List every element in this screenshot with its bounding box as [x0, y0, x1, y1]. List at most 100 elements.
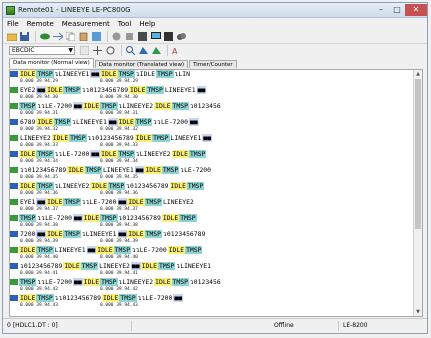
timestamp-row[interactable]: 0.000 39.94.36 0.000 39.94.36	[10, 190, 414, 198]
data-segment: 0.000 39.94.33	[99, 143, 138, 148]
timestamp-row[interactable]: 0.000 39.94.34 0.000 39.94.34	[10, 158, 414, 166]
data-row[interactable]: 7200 ■■ IDLE TMSP ↴LINEEYE1 ■■ IDLE TMSP ↴012345…	[10, 230, 414, 238]
data-segment: 0.000 39.94.39	[20, 239, 58, 244]
data-row[interactable]: TMSP ↴↴LE-7200 ■■ IDLE TMSP ↴LINEEYE2 IDLE TMSP…	[10, 278, 414, 286]
timestamp-row[interactable]: 0.000 39.94.35 0.000 39.94.35	[10, 174, 414, 182]
timestamp-row[interactable]: 0.000 39.94.43 0.000 39.94.43	[10, 302, 414, 310]
timestamp-row[interactable]: 0.000 39.94.41 0.000 39.94.41	[10, 270, 414, 278]
data-row[interactable]: LINEEYE2 IDLE TMSP ↴↴0123456789 IDLE TMSP LINE…	[10, 134, 414, 142]
toolbar-separator	[121, 45, 122, 56]
direction-marker-icon	[10, 119, 18, 125]
mark-icon[interactable]	[138, 45, 149, 56]
svg-text:A: A	[172, 47, 178, 55]
menu-measurement[interactable]: Measurement	[62, 20, 110, 28]
data-row[interactable]: ↴0123456789 IDLE TMSP LINEEYE2 ■■ IDLE TMSP ↴LI…	[10, 262, 414, 270]
timestamp-row[interactable]: 0.000 39.94.42 0.000 39.94.42	[10, 286, 414, 294]
data-segment: TMSP	[36, 294, 54, 302]
paste-icon[interactable]	[78, 31, 89, 42]
find-icon[interactable]	[91, 31, 102, 42]
menu-remote[interactable]: Remote	[27, 20, 54, 28]
data-row[interactable]: IDLE TMSP ↴LINEEYE2 IDLE TMSP ↴0123456789 IDLE…	[10, 182, 414, 190]
filter-icon[interactable]	[79, 45, 90, 56]
data-segment: ↴0123456789	[163, 230, 206, 238]
data-monitor-panel[interactable]: IDLE TMSP ↴LINEEYE1 ■■ IDLE TMSP ↴IDLE TMSP ↴LIN…	[9, 69, 423, 317]
font-icon[interactable]: A	[171, 45, 182, 56]
data-segment: IDLE	[154, 102, 172, 110]
data-row[interactable]: TMSP ↴↴LE-7200 ■■ IDLE TMSP ↴LINEEYE2 IDLE TMSP…	[10, 102, 414, 110]
stop-icon[interactable]	[124, 31, 135, 42]
vertical-scrollbar[interactable]: ▲ ▼	[413, 70, 422, 316]
data-segment: IDLE	[171, 150, 189, 158]
data-row[interactable]: IDLE TMSP ↴LINEEYE1 ■■ IDLE TMSP ↴IDLE TMSP ↴LIN	[10, 70, 414, 78]
timestamp-row[interactable]: 0.000 39.94.30 0.000 39.94.30	[10, 94, 414, 102]
data-row[interactable]: EYE2 ■■ IDLE TMSP ↴↴0123456789 IDLE TMSP LINEEY…	[10, 86, 414, 94]
menu-help[interactable]: Help	[139, 20, 155, 28]
data-segment: IDLE	[19, 246, 37, 254]
data-segment: LINEEYE1	[170, 134, 202, 142]
data-segment: TMSP	[179, 214, 197, 222]
data-row[interactable]: TMSP ↴↴LE-7200 ■■ IDLE TMSP ↴0123456789 IDLE TM…	[10, 214, 414, 222]
data-row[interactable]: 6789 IDLE TMSP ↴LINEEYE1 ■■ IDLE TMSP ↴↴LE-7200…	[10, 118, 414, 126]
open-icon[interactable]	[6, 31, 17, 42]
maximize-button[interactable]: □	[389, 4, 405, 16]
data-segment: 0.000 39.94.43	[20, 303, 58, 308]
tab-translated-view[interactable]: Data monitor (Translated view)	[94, 60, 189, 68]
minimize-button[interactable]: –	[373, 4, 389, 16]
data-segment: TMSP	[186, 182, 205, 190]
data-segment: ■■	[173, 294, 184, 302]
title-bar[interactable]: Remote01 - LINEEYE LE-PC800G – □ ✕	[3, 3, 427, 18]
zoom-icon[interactable]	[125, 45, 136, 56]
timestamp-row[interactable]: 0.000 39.94.32 0.000 39.94.32	[10, 126, 414, 134]
scale-icon[interactable]	[92, 45, 103, 56]
data-segment: ■■	[134, 166, 145, 174]
timestamp-row[interactable]: 0.000 39.94.37 0.000 39.94.37	[10, 206, 414, 214]
data-segment: IDLE	[144, 166, 162, 174]
timestamp-row[interactable]: 0.000 39.94.38 0.000 39.94.38	[10, 222, 414, 230]
tab-timer-counter[interactable]: Timer/Counter	[189, 60, 237, 68]
timestamp-row[interactable]: 0.000 39.94.29 0.000 39.94.29	[10, 78, 414, 86]
scrollbar-thumb[interactable]	[415, 79, 421, 229]
data-segment: TMSP	[100, 278, 118, 286]
data-segment: IDLE	[154, 278, 172, 286]
data-row[interactable]: IDLE TMSP ↴↴0123456789 IDLE TMSP ↴↴LE-7200 ■■	[10, 294, 414, 302]
data-segment: IDLE	[46, 86, 64, 94]
menu-tool[interactable]: Tool	[118, 20, 132, 28]
data-row[interactable]: ↴↴0123456789 IDLE TMSP LINEEYE1 ■■ IDLE TMSP ↴L…	[10, 166, 414, 174]
grid-icon[interactable]	[137, 31, 148, 42]
menu-file[interactable]: File	[7, 20, 19, 28]
data-segment: ■■	[36, 230, 47, 238]
data-segment: ↴↴LE-7200	[132, 246, 167, 254]
arrows-icon[interactable]	[52, 31, 63, 42]
data-segment: 0.000 39.94.33	[20, 143, 58, 148]
data-segment: ■■	[86, 246, 97, 254]
settings-icon[interactable]	[163, 31, 174, 42]
data-row[interactable]: EYE1 ■■ IDLE TMSP ↴↴LE-7200 ■■ IDLE TMSP LINEEYE…	[10, 198, 414, 206]
chart-icon[interactable]	[176, 31, 187, 42]
scroll-up-icon[interactable]: ▲	[414, 70, 422, 78]
timestamp-row[interactable]: 0.000 39.94.33 0.000 39.94.33	[10, 142, 414, 150]
tab-normal-view[interactable]: Data monitor (Normal view)	[9, 58, 94, 68]
monitor-icon[interactable]	[150, 31, 161, 42]
scroll-down-icon[interactable]: ▼	[414, 308, 422, 316]
data-segment: ↴IDLE	[135, 70, 156, 78]
data-segment: 0.000 39.94.39	[99, 239, 138, 244]
timestamp-row[interactable]: 0.000 39.94.40 0.000 39.94.40	[10, 254, 414, 262]
code-select[interactable]: EBCDIC ▼	[9, 46, 75, 55]
close-button[interactable]: ✕	[405, 4, 427, 16]
data-segment: TMSP	[36, 182, 54, 190]
data-segment: IDLE	[134, 134, 153, 142]
view-icon[interactable]	[39, 31, 50, 42]
data-segment: 0.000 39.94.31	[99, 111, 138, 116]
data-row[interactable]: IDLE TMSP ↴↴LE-7200 ■■ IDLE TMSP ↴LINEEYE2 IDLE…	[10, 150, 414, 158]
timestamp-row[interactable]: 0.000 39.94.39 0.000 39.94.39	[10, 238, 414, 246]
record-icon[interactable]	[111, 31, 122, 42]
timestamp-row[interactable]: 0.000 39.94.31 0.000 39.94.31	[10, 110, 414, 118]
data-segment: IDLE	[169, 182, 187, 190]
refresh-icon[interactable]	[105, 45, 116, 56]
data-segment: 0.000 39.94.34	[99, 159, 138, 164]
data-row[interactable]: IDLE TMSP LINEEYE1 ■■ IDLE TMSP ↴↴LE-7200 IDLE T…	[10, 246, 414, 254]
direction-marker-icon	[10, 167, 18, 173]
mark2-icon[interactable]	[151, 45, 162, 56]
copy-icon[interactable]	[65, 31, 76, 42]
save-icon[interactable]	[19, 31, 30, 42]
